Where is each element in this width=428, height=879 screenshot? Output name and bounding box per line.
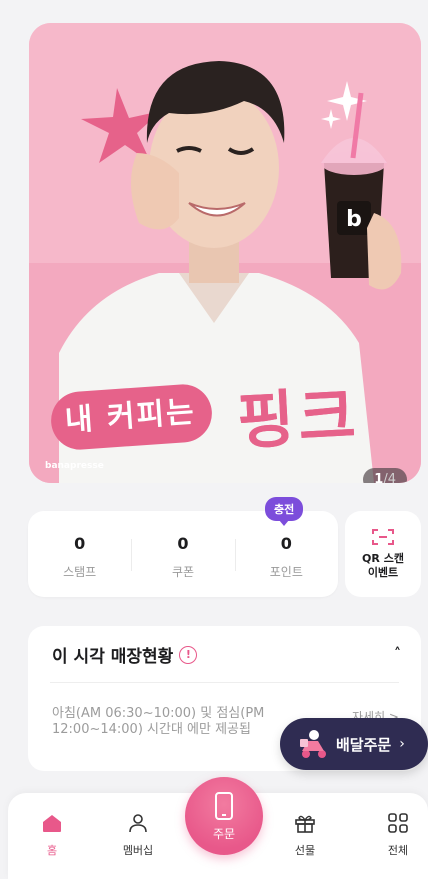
nav-gift-label: 선물 [294,844,316,857]
store-status-header[interactable]: 이 시각 매장현황 ! [52,642,198,667]
home-icon [43,815,61,832]
coupon-label: 쿠폰 [171,565,195,579]
nav-membership[interactable]: 멤버십 [108,811,168,858]
nav-membership-label: 멤버십 [122,844,154,857]
promo-banner[interactable]: b 내 커피는 핑크 banapresse 1/4 [29,23,421,483]
chevron-up-icon[interactable]: ˄ [394,646,401,662]
stamp-label: 스탬프 [63,565,97,579]
divider [50,682,399,683]
qr-scan-icon [372,529,394,545]
store-status-title: 이 시각 매장현황 [52,647,174,667]
banner-page-counter: 1/4 [363,468,407,483]
svg-text:b: b [346,207,362,232]
banner-brand-logo: banapresse [45,461,104,471]
nav-home[interactable]: 홈 [22,811,82,858]
banner-headline-part1: 내 커피는 [49,382,214,452]
nav-gift[interactable]: 선물 [275,811,335,858]
nav-all[interactable]: 전체 [368,811,428,858]
order-label: 주문 [212,826,236,841]
phone-order-icon [215,791,233,820]
coupon-stat[interactable]: 0 쿠폰 [131,511,234,597]
delivery-order-button[interactable]: 배달주문 › [280,718,428,770]
qr-label-line1: QR 스캔 [362,552,404,565]
stats-card: 0 스탬프 0 쿠폰 0 포인트 [28,511,338,597]
stamp-count: 0 [74,534,86,553]
counter-total: /4 [383,472,396,483]
nav-home-label: 홈 [46,844,58,857]
grid-icon [388,813,408,833]
store-status-message: 아침(AM 06:30~10:00) 및 점심(PM 12:00~14:00) … [52,706,265,737]
banner-headline-part2: 핑크 [235,378,362,459]
point-label: 포인트 [269,565,303,579]
chevron-right-icon: › [399,736,405,752]
qr-scan-event-button[interactable]: QR 스캔 이벤트 [345,511,421,597]
gift-icon [295,815,315,833]
coupon-count: 0 [177,534,189,553]
nav-all-label: 전체 [387,844,409,857]
person-icon [129,814,147,833]
delivery-label: 배달주문 [336,735,392,754]
charge-button[interactable]: 충전 [265,497,304,526]
point-count: 0 [280,534,292,553]
qr-label-line2: 이벤트 [367,566,399,579]
order-button[interactable]: 주문 [185,777,263,855]
warning-circle-icon: ! [179,645,198,664]
counter-current: 1 [374,472,384,483]
delivery-rider-icon [300,730,326,758]
stamp-stat[interactable]: 0 스탬프 [28,511,131,597]
